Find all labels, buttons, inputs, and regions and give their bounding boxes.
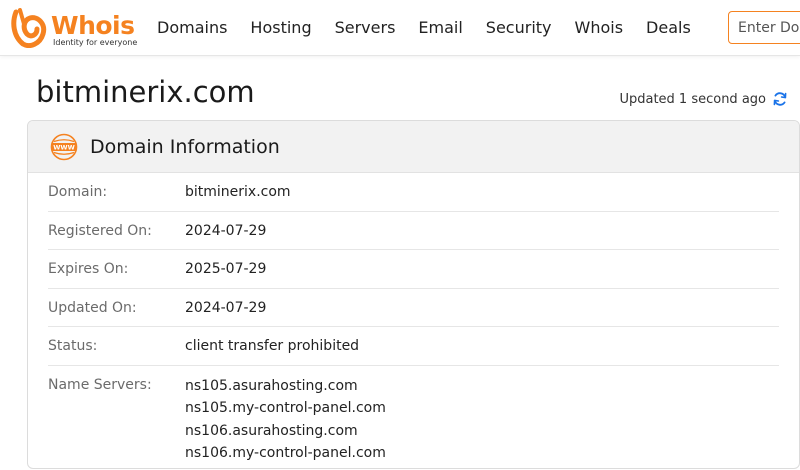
nameserver-item: ns105.my-control-panel.com bbox=[185, 400, 386, 416]
info-rows: Domain: bitminerix.com Registered On: 20… bbox=[28, 173, 799, 466]
nav-item-servers[interactable]: Servers bbox=[335, 17, 396, 39]
row-label: Domain: bbox=[48, 184, 108, 200]
info-row-status: Status: client transfer prohibited bbox=[48, 327, 779, 366]
nav-item-security[interactable]: Security bbox=[486, 17, 552, 39]
card-title: Domain Information bbox=[90, 136, 280, 158]
nav-item-hosting[interactable]: Hosting bbox=[250, 17, 311, 39]
updated-status: Updated 1 second ago bbox=[619, 89, 788, 109]
info-row-nameservers: Name Servers: ns105.asurahosting.com ns1… bbox=[48, 366, 779, 466]
info-row-expires: Expires On: 2025-07-29 bbox=[48, 250, 779, 289]
logo-wordmark: Whois bbox=[51, 11, 135, 40]
info-row-domain: Domain: bitminerix.com bbox=[48, 173, 779, 212]
row-label: Status: bbox=[48, 338, 98, 354]
card-header: WWW Domain Information bbox=[28, 121, 799, 173]
nameserver-item: ns105.asurahosting.com bbox=[185, 377, 358, 394]
nav-item-deals[interactable]: Deals bbox=[646, 17, 691, 39]
main-nav: Domains Hosting Servers Email Security W… bbox=[157, 17, 714, 39]
nav-item-domains[interactable]: Domains bbox=[157, 17, 227, 39]
info-row-updated: Updated On: 2024-07-29 bbox=[48, 289, 779, 327]
whois-logo-icon bbox=[11, 8, 47, 48]
nameserver-list: ns105.asurahosting.com ns105.my-control-… bbox=[185, 375, 386, 465]
nav-item-whois[interactable]: Whois bbox=[575, 17, 624, 39]
row-label: Updated On: bbox=[48, 299, 137, 316]
domain-info-card: WWW Domain Information Domain: bitmineri… bbox=[27, 120, 800, 469]
page-title: bitminerix.com bbox=[36, 75, 255, 109]
www-globe-icon: WWW bbox=[50, 133, 78, 161]
row-label: Registered On: bbox=[48, 222, 152, 239]
row-value: 2024-07-29 bbox=[185, 299, 267, 316]
updated-text: Updated 1 second ago bbox=[619, 91, 766, 107]
site-header: Whois Identity for everyone Domains Host… bbox=[0, 0, 800, 56]
logo-tagline: Identity for everyone bbox=[53, 38, 138, 47]
row-value: 2024-07-29 bbox=[185, 222, 267, 239]
row-value: bitminerix.com bbox=[185, 184, 291, 200]
info-row-registered: Registered On: 2024-07-29 bbox=[48, 212, 779, 250]
nav-item-email[interactable]: Email bbox=[418, 17, 462, 39]
nameserver-item: ns106.my-control-panel.com bbox=[185, 445, 386, 461]
nameserver-item: ns106.asurahosting.com bbox=[185, 422, 358, 439]
row-label: Expires On: bbox=[48, 261, 129, 277]
row-label: Name Servers: bbox=[48, 376, 152, 393]
refresh-icon[interactable] bbox=[772, 91, 788, 107]
whois-logo-link[interactable]: Whois Identity for everyone bbox=[10, 6, 138, 50]
svg-text:WWW: WWW bbox=[53, 144, 75, 152]
row-value: 2025-07-29 bbox=[185, 261, 267, 277]
search-input[interactable] bbox=[728, 11, 800, 44]
row-value: client transfer prohibited bbox=[185, 338, 360, 354]
